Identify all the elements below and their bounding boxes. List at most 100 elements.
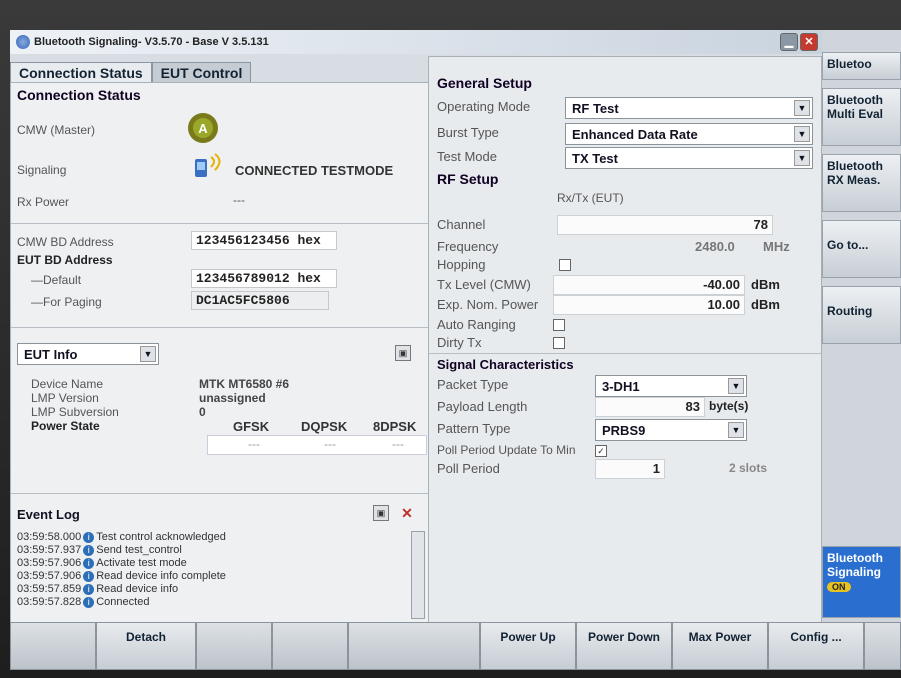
payload-length-label: Payload Length [437, 399, 528, 414]
event-log-title: Event Log [17, 507, 80, 522]
softkey-empty[interactable] [348, 622, 480, 670]
softkey-empty[interactable] [864, 622, 901, 670]
rf-setup-subtitle: Rx/Tx (EUT) [557, 191, 624, 205]
tab-connection-status[interactable]: Connection Status [10, 62, 152, 83]
close-icon[interactable]: ✕ [800, 33, 818, 51]
exp-nom-power-unit: dBm [751, 297, 780, 312]
cmw-bd-address-field[interactable]: 123456123456 hex [191, 231, 337, 250]
cmw-bd-address-value: 123456123456 [196, 233, 290, 248]
connection-icon [195, 153, 221, 177]
poll-period-label: Poll Period [437, 461, 500, 476]
event-log-scrollbar[interactable] [411, 531, 425, 619]
eut-default-address-unit: hex [297, 271, 321, 286]
operating-mode-select[interactable]: RF Test ▼ [565, 97, 813, 119]
test-mode-select[interactable]: TX Test ▼ [565, 147, 813, 169]
pattern-type-value: PRBS9 [602, 422, 646, 438]
payload-length-field[interactable]: 83 [595, 397, 705, 417]
lmp-subversion-value: 0 [199, 405, 206, 419]
sidebar-item-multi-eval[interactable]: Bluetooth Multi Eval [822, 88, 901, 146]
connection-status-title: Connection Status [17, 87, 141, 103]
signaling-label: Signaling [17, 163, 67, 177]
rx-power-label: Rx Power [17, 195, 70, 209]
poll-period-unit: 2 slots [729, 461, 768, 475]
channel-field[interactable]: 78 [557, 215, 773, 235]
operating-mode-value: RF Test [572, 100, 619, 116]
pattern-type-select[interactable]: PRBS9 ▼ [595, 419, 747, 441]
for-paging-label: —For Paging [31, 295, 102, 309]
auto-ranging-checkbox[interactable] [553, 319, 565, 331]
paging-address-value: DC1AC5FC5806 [196, 293, 290, 308]
minimize-icon[interactable]: ▁ [780, 33, 798, 51]
power-up-button[interactable]: Power Up [480, 622, 576, 670]
tx-level-field[interactable]: -40.00 [553, 275, 745, 295]
bluetooth-logo-icon [16, 35, 30, 49]
poll-period-update-label: Poll Period Update To Min [437, 443, 576, 457]
test-mode-label: Test Mode [437, 149, 497, 164]
chevron-down-icon: ▼ [794, 126, 810, 142]
info-icon: i [83, 545, 95, 556]
list-item: 03:59:57.859 i Read device info [17, 583, 179, 595]
eut-info-select-value: EUT Info [24, 346, 78, 362]
divider [11, 223, 429, 224]
chevron-down-icon: ▼ [140, 346, 156, 362]
info-icon: i [83, 584, 95, 595]
poll-period-update-checkbox[interactable]: ✓ [595, 445, 607, 457]
info-icon: i [83, 532, 95, 543]
sidebar-item-rx-meas[interactable]: Bluetooth RX Meas. [822, 154, 901, 212]
chevron-down-icon: ▼ [794, 150, 810, 166]
window-version: - V3.5.70 - Base V 3.5.131 [137, 36, 269, 48]
window-titlebar: Bluetooth Signaling - V3.5.70 - Base V 3… [10, 30, 822, 54]
softkey-empty[interactable] [196, 622, 272, 670]
info-icon: i [83, 558, 95, 569]
packet-type-value: 3-DH1 [602, 378, 640, 394]
exp-nom-power-label: Exp. Nom. Power [437, 297, 539, 312]
softkey-empty[interactable] [10, 622, 96, 670]
general-setup-title: General Setup [437, 75, 532, 91]
poll-period-field[interactable]: 1 [595, 459, 665, 479]
dirty-tx-checkbox[interactable] [553, 337, 565, 349]
event-log: Event Log ▣ ✕ 03:59:58.000 i Test control … [11, 493, 429, 623]
detach-button[interactable]: Detach [96, 622, 196, 670]
list-item: 03:59:57.937 i Send test_control [17, 544, 182, 556]
cmw-master-label: CMW (Master) [17, 123, 95, 137]
power-state-label: Power State [31, 419, 100, 433]
event-log-list: 03:59:58.000 i Test control acknowledged 0… [17, 531, 407, 621]
payload-length-unit: byte(s) [709, 399, 749, 413]
exp-nom-power-field[interactable]: 10.00 [553, 295, 745, 315]
channel-label: Channel [437, 217, 486, 232]
sidebar-item-signaling[interactable]: Bluetooth Signaling ON [822, 546, 901, 618]
col-dqpsk: DQPSK [301, 419, 348, 434]
chevron-down-icon: ▼ [794, 100, 810, 116]
dirty-tx-label: Dirty Tx [437, 335, 482, 350]
eut-info-select[interactable]: EUT Info ▼ [17, 343, 159, 365]
lmp-version-value: unassigned [199, 391, 266, 405]
close-icon[interactable]: ✕ [399, 505, 415, 521]
auto-ranging-label: Auto Ranging [437, 317, 516, 332]
packet-type-select[interactable]: 3-DH1 ▼ [595, 375, 747, 397]
power-state-values: --- --- --- [207, 435, 427, 455]
window-title: Bluetooth Signaling [34, 36, 138, 48]
svg-text:A: A [198, 121, 208, 136]
softkey-empty[interactable] [272, 622, 348, 670]
antenna-icon: A [188, 113, 218, 143]
tx-level-unit: dBm [751, 277, 780, 292]
expand-icon[interactable]: ▣ [395, 345, 411, 361]
eut-default-address-field[interactable]: 123456789012 hex [191, 269, 337, 288]
frequency-label: Frequency [437, 239, 499, 254]
power-down-button[interactable]: Power Down [576, 622, 672, 670]
sidebar-item-goto[interactable]: Go to... [822, 220, 901, 278]
sidebar-item-routing[interactable]: Routing [822, 286, 901, 344]
signal-characteristics-title: Signal Characteristics [437, 357, 574, 372]
burst-type-select[interactable]: Enhanced Data Rate ▼ [565, 123, 813, 145]
max-power-button[interactable]: Max Power [672, 622, 768, 670]
tab-eut-control[interactable]: EUT Control [151, 62, 252, 83]
divider [429, 353, 821, 354]
paging-address-field[interactable]: DC1AC5FC5806 [191, 291, 329, 310]
sidebar-item-bluetooth[interactable]: Bluetoo [822, 52, 901, 80]
cmw-bd-address-label: CMW BD Address [17, 235, 114, 249]
config-button[interactable]: Config ... [768, 622, 864, 670]
default-label: —Default [31, 273, 82, 287]
expand-icon[interactable]: ▣ [373, 505, 389, 521]
pattern-type-label: Pattern Type [437, 421, 511, 436]
hopping-checkbox[interactable] [559, 259, 571, 271]
